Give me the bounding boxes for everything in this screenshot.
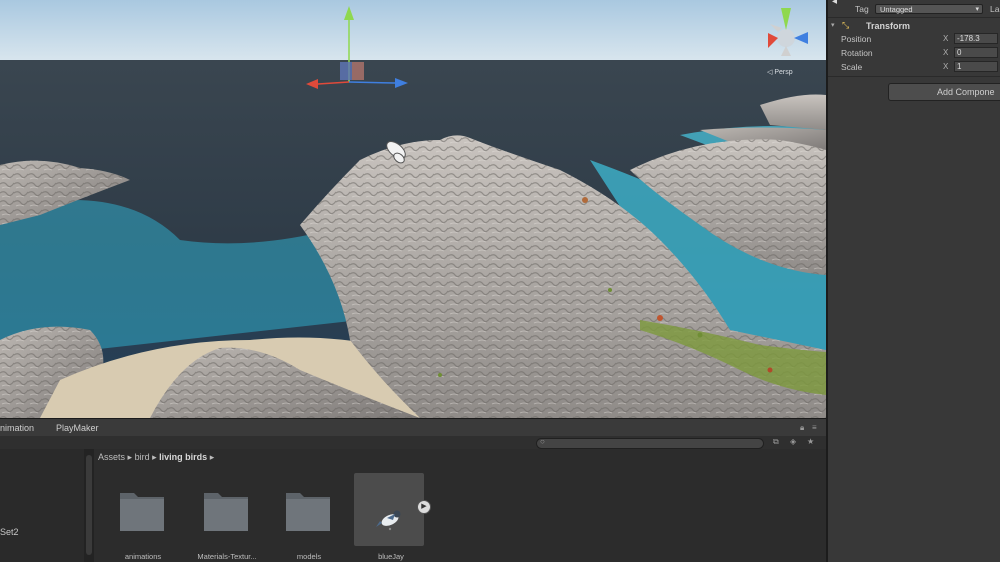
asset-item-selected[interactable]: blueJay [354,473,428,561]
asset-label: animations [124,552,162,561]
asset-item[interactable]: models [272,473,346,561]
play-icon[interactable]: ▶ [417,500,431,514]
asset-label: Materials-Textur... [197,552,257,561]
tree-item[interactable]: Set2 [0,527,19,537]
asset-item[interactable]: Materials-Textur... [190,473,264,561]
scale-label: Scale [841,62,863,72]
asset-label: models [296,552,322,561]
asset-item[interactable]: animations [106,473,180,561]
folder-icon [204,493,248,531]
tab-animation[interactable]: nimation [0,423,34,433]
breadcrumb-separator: ▸ [127,452,133,462]
asset-label: blueJay [378,552,404,561]
add-component-button[interactable]: Add Compone [888,83,1000,101]
breadcrumb-separator: ▸ [209,452,215,462]
back-arrow-icon[interactable]: ◂ [832,0,837,7]
divider [828,17,1000,18]
scale-row: Scale X 1 [828,61,1000,73]
folder-icon [286,493,330,531]
menu-icon[interactable]: ≡ [812,423,817,432]
tag-label: Tag [855,4,869,14]
rotation-x-field[interactable]: 0 [954,47,998,58]
breadcrumb: Assets ▸ bird ▸ living birds ▸ [98,452,214,463]
transform-title: Transform [866,21,911,31]
position-x-field[interactable]: -178.3 [954,33,998,44]
rotation-x-label: X [943,48,949,57]
breadcrumb-separator: ▸ [152,452,157,462]
position-label: Position [841,34,872,44]
rotation-row: Rotation X 0 [828,47,1000,59]
position-row: Position X -178.3 [828,33,1000,45]
lock-icon[interactable]: 🔒︎ [800,423,804,433]
rotation-label: Rotation [841,48,873,58]
divider [828,76,1000,77]
projection-label[interactable]: ◁ Persp [767,68,793,76]
tab-playmaker[interactable]: PlayMaker [56,423,99,433]
asset-grid: Assets ▸ bird ▸ living birds ▸ animation… [94,449,826,562]
scale-x-label: X [943,62,949,71]
favorite-icon[interactable]: ★ [807,437,814,446]
filter-type-icon[interactable]: ⧉ [773,437,779,447]
bird-prefab-icon [376,510,401,531]
tag-dropdown[interactable]: Untagged ▾ [875,4,983,14]
scene-view[interactable]: ◁ Persp [0,0,826,418]
breadcrumb-assets[interactable]: Assets [98,452,125,462]
inspector-panel: ◂ Tag Untagged ▾ La ▾ ⤡ Transform Positi… [826,0,1000,562]
breadcrumb-bird[interactable]: bird [135,452,150,462]
panel-splitter[interactable] [84,449,94,562]
filter-label-icon[interactable]: ◈ [790,437,796,446]
tag-value: Untagged [880,5,913,14]
foldout-arrow-icon[interactable]: ▾ [831,21,835,29]
chevron-down-icon: ▾ [975,6,979,13]
breadcrumb-living-birds[interactable]: living birds [159,452,207,462]
bottom-tab-bar: nimation PlayMaker 🔒︎ ≡ [0,418,826,437]
position-x-label: X [943,34,949,43]
scene-render[interactable] [0,0,826,418]
folder-icon [120,493,164,531]
transform-header[interactable]: ▾ ⤡ Transform [828,20,1000,32]
tag-row: ◂ Tag Untagged ▾ La [828,0,1000,15]
project-toolbar: ○ ⧉ ◈ ★ [0,436,826,449]
scale-x-field[interactable]: 1 [954,61,998,72]
search-input[interactable]: ○ [536,437,764,449]
transform-icon: ⤡ [842,20,850,30]
layer-label: La [990,4,1000,14]
search-icon: ○ [540,437,545,446]
project-folder-tree: Set2 [0,449,85,562]
scrollbar-thumb[interactable] [86,455,92,555]
